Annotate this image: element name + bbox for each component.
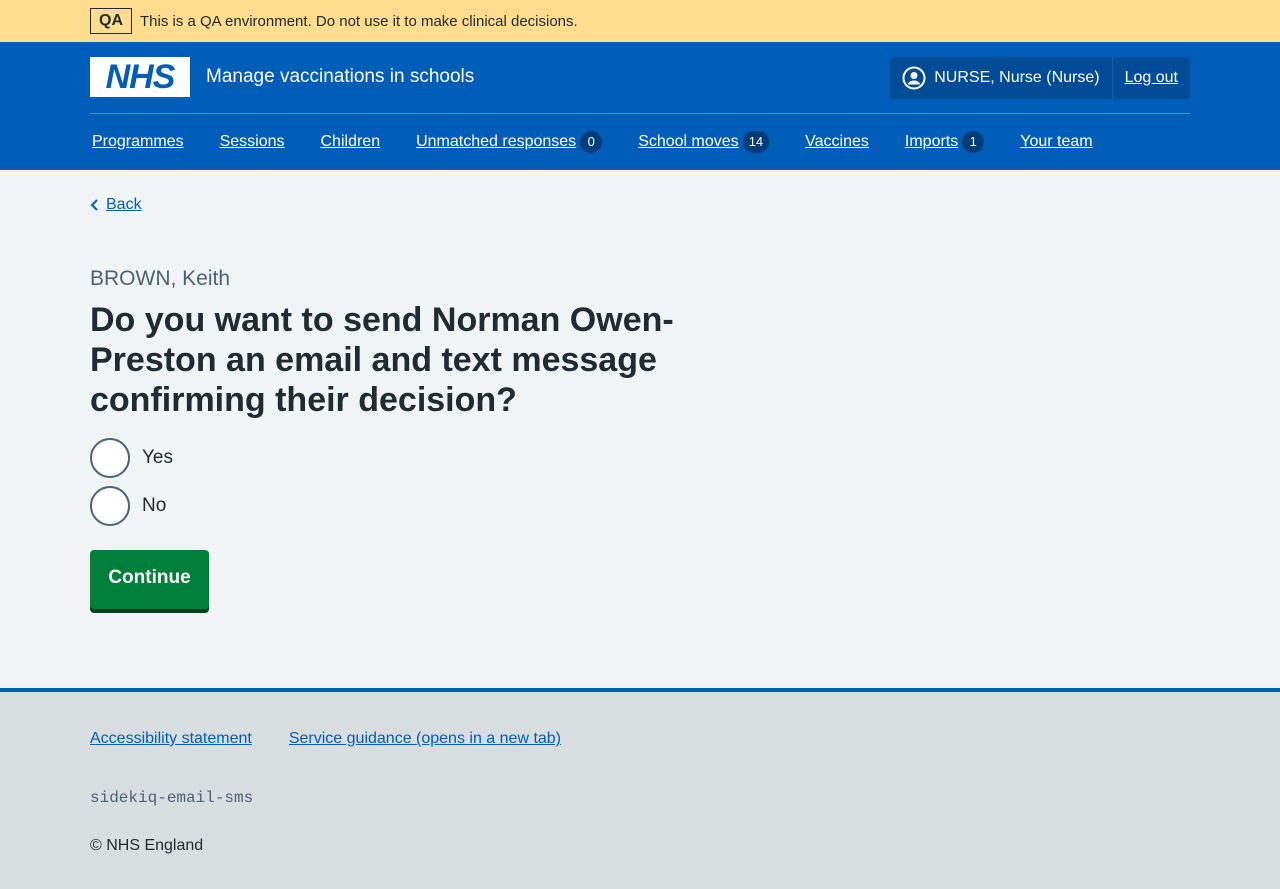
radio-option-no[interactable]: No: [90, 486, 173, 526]
nav-link-school-moves[interactable]: School moves: [638, 133, 739, 151]
nav-link-vaccines[interactable]: Vaccines: [805, 133, 869, 151]
logout-link[interactable]: Log out: [1113, 57, 1190, 99]
nav-item-your-team: Your team: [1020, 133, 1092, 151]
nav-item-programmes: Programmes: [92, 133, 184, 151]
unmatched-responses-count-badge: 0: [580, 131, 603, 153]
nav-item-school-moves: School moves 14: [638, 131, 770, 153]
copyright: © NHS England: [90, 837, 204, 854]
qa-message: This is a QA environment. Do not use it …: [140, 12, 578, 30]
primary-nav: Programmes Sessions Children Unmatched r…: [0, 114, 1280, 170]
page-title: Do you want to send Norman Owen-Preston …: [90, 301, 674, 419]
nav-link-programmes[interactable]: Programmes: [92, 133, 184, 151]
nav-item-unmatched-responses: Unmatched responses 0: [416, 131, 603, 153]
nav-link-children[interactable]: Children: [321, 133, 381, 151]
nhs-logo-text: NHS: [105, 57, 176, 96]
qa-banner: QA This is a QA environment. Do not use …: [0, 0, 1280, 42]
header: NHS Manage vaccinations in schools NURSE…: [0, 42, 1280, 170]
nav-item-imports: Imports 1: [905, 131, 985, 153]
nav-link-your-team[interactable]: Your team: [1020, 133, 1092, 151]
environment-label: sidekiq-email-sms: [90, 789, 254, 807]
nav-item-children: Children: [321, 133, 381, 151]
radio-group: Yes No: [90, 438, 173, 534]
qa-tag: QA: [90, 8, 132, 34]
nav-link-imports[interactable]: Imports: [905, 133, 958, 151]
service-name[interactable]: Manage vaccinations in schools: [206, 66, 474, 88]
radio-no[interactable]: [90, 486, 130, 526]
footer: Accessibility statement Service guidance…: [0, 688, 1280, 889]
nav-item-sessions: Sessions: [220, 133, 285, 151]
nav-link-sessions[interactable]: Sessions: [220, 133, 285, 151]
radio-yes[interactable]: [90, 438, 130, 478]
chevron-left-icon: [90, 199, 98, 211]
main-content: Back BROWN, Keith Do you want to send No…: [0, 170, 1280, 688]
nhs-logo[interactable]: NHS: [90, 57, 190, 97]
back-link[interactable]: Back: [106, 196, 142, 214]
footer-links: Accessibility statement Service guidance…: [90, 730, 598, 748]
radio-option-yes[interactable]: Yes: [90, 438, 173, 478]
back-link-container: Back: [90, 196, 142, 214]
nav-link-unmatched-responses[interactable]: Unmatched responses: [416, 133, 576, 151]
account-menu: NURSE, Nurse (Nurse) Log out: [890, 57, 1190, 99]
continue-button[interactable]: Continue: [90, 550, 209, 609]
radio-label-yes[interactable]: Yes: [142, 447, 173, 469]
account-user: NURSE, Nurse (Nurse): [890, 57, 1113, 99]
radio-label-no[interactable]: No: [142, 495, 166, 517]
header-divider: [90, 113, 1190, 114]
footer-link-service-guidance[interactable]: Service guidance (opens in a new tab): [289, 730, 561, 748]
imports-count-badge: 1: [962, 131, 985, 153]
patient-name-caption: BROWN, Keith: [90, 267, 231, 290]
school-moves-count-badge: 14: [742, 131, 770, 153]
footer-link-accessibility[interactable]: Accessibility statement: [90, 730, 252, 748]
account-user-name: NURSE, Nurse (Nurse): [934, 69, 1100, 86]
nav-item-vaccines: Vaccines: [805, 133, 869, 151]
user-icon: [902, 66, 926, 90]
